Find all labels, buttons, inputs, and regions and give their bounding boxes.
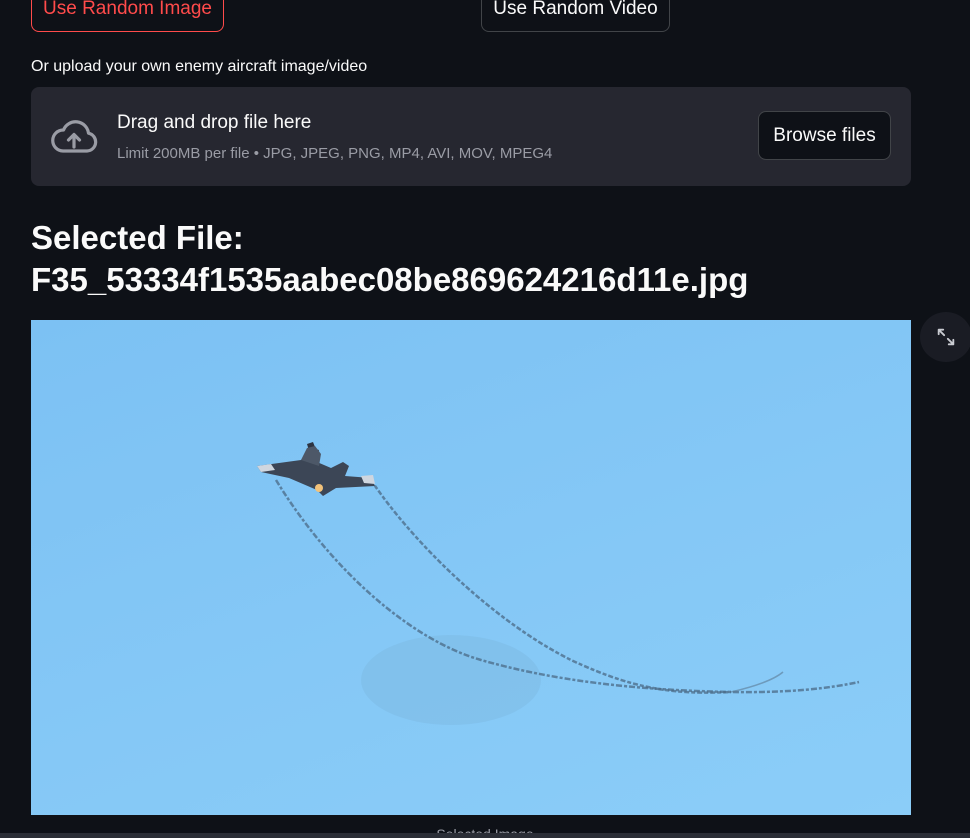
use-random-video-button[interactable]: Use Random Video: [481, 0, 670, 32]
aircraft: [257, 442, 375, 496]
browse-files-button[interactable]: Browse files: [758, 111, 891, 160]
vapor-trail-tail: [730, 671, 784, 693]
selected-file-name: F35_53334f1535aabec08be869624216d11e.jpg: [31, 261, 749, 298]
use-random-image-button[interactable]: Use Random Image: [31, 0, 224, 32]
dropzone-limit-text: Limit 200MB per file • JPG, JPEG, PNG, M…: [117, 145, 553, 162]
vapor-trail-left: [274, 479, 860, 694]
selected-file-heading: Selected File: F35_53334f1535aabec08be86…: [31, 217, 931, 301]
exhaust-haze: [361, 635, 541, 725]
app-page: Use Random Image Use Random Video Or upl…: [0, 0, 970, 838]
selected-aircraft-image: [31, 320, 911, 815]
fullscreen-button[interactable]: [920, 312, 970, 362]
horizontal-scrollbar[interactable]: [0, 833, 970, 838]
dropzone-title: Drag and drop file here: [117, 112, 312, 133]
cloud-upload-icon: [51, 120, 98, 153]
upload-label: Or upload your own enemy aircraft image/…: [31, 58, 368, 75]
selected-file-label: Selected File:: [31, 219, 244, 256]
aircraft-photo-graphic: [257, 442, 860, 725]
file-dropzone[interactable]: Drag and drop file here Limit 200MB per …: [31, 87, 911, 186]
fullscreen-expand-icon: [937, 328, 955, 346]
